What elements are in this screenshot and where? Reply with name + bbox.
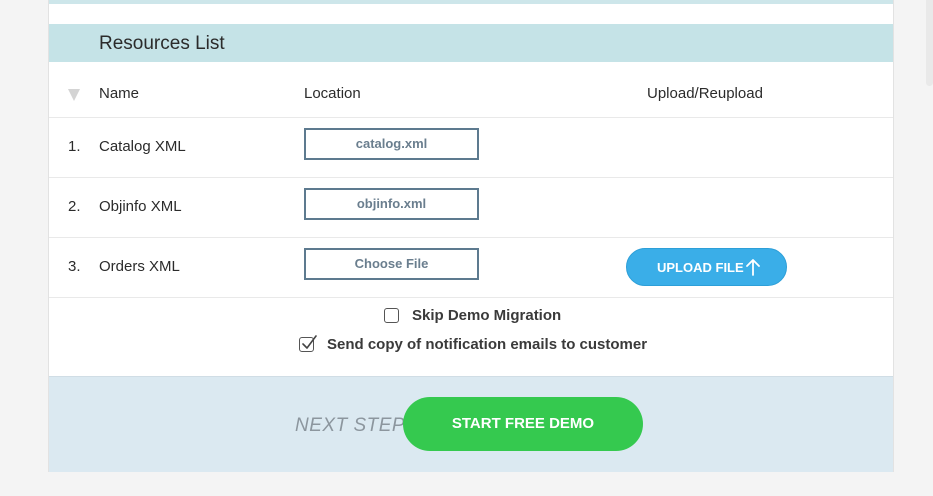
column-header-name: Name: [99, 85, 140, 102]
upload-file-label: UPLOAD FILE: [657, 260, 744, 275]
start-free-demo-button[interactable]: START FREE DEMO: [403, 397, 643, 451]
table-row: 1. Catalog XML catalog.xml: [49, 118, 893, 178]
send-copy-label[interactable]: Send copy of notification emails to cust…: [327, 336, 647, 353]
section-title: Resources List: [99, 33, 225, 54]
row-name: Orders XML: [99, 258, 180, 275]
next-step-label: NEXT STEP: [295, 415, 406, 436]
row-index: 2.: [68, 198, 81, 215]
page-scrollbar[interactable]: [926, 0, 933, 86]
objinfo-location-field[interactable]: objinfo.xml: [304, 188, 479, 220]
choose-file-button[interactable]: Choose File: [304, 248, 479, 280]
row-index: 3.: [68, 258, 81, 275]
arrow-up-icon: [746, 259, 760, 276]
table-header-row: Name Location Upload/Reupload: [49, 62, 893, 118]
skip-demo-migration-label[interactable]: Skip Demo Migration: [412, 307, 561, 324]
skip-demo-migration-checkbox[interactable]: [384, 308, 399, 323]
upload-file-button[interactable]: UPLOAD FILE: [626, 248, 787, 286]
table-row: 2. Objinfo XML objinfo.xml: [49, 178, 893, 238]
section-header: Resources List: [49, 24, 893, 62]
top-strip: [49, 0, 893, 4]
send-copy-checkbox[interactable]: [299, 335, 317, 352]
resources-panel: Resources List Name Location Upload/Reup…: [48, 0, 894, 472]
column-header-location: Location: [304, 85, 361, 102]
table-row: 3. Orders XML Choose File UPLOAD FILE: [49, 238, 893, 298]
footer-bar: NEXT STEP START FREE DEMO: [49, 376, 893, 472]
column-header-upload: Upload/Reupload: [647, 85, 763, 102]
checkmark-icon: [302, 335, 317, 349]
row-index: 1.: [68, 138, 81, 155]
catalog-location-field[interactable]: catalog.xml: [304, 128, 479, 160]
row-name: Catalog XML: [99, 138, 186, 155]
row-name: Objinfo XML: [99, 198, 182, 215]
sort-arrow-icon[interactable]: [68, 89, 80, 101]
